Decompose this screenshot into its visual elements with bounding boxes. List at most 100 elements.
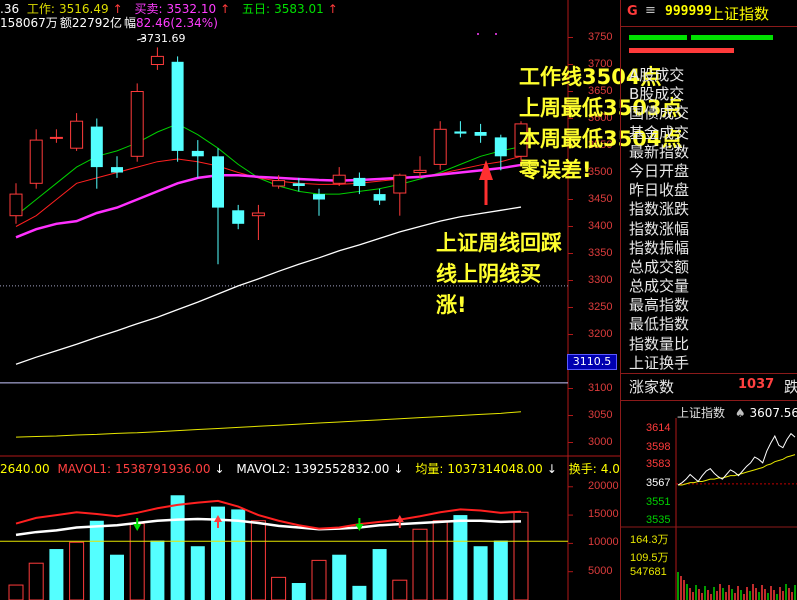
peak-label: 3731.69: [140, 32, 190, 45]
sell-strength-bar-red: [674, 48, 734, 53]
candle-body: [413, 169, 427, 173]
candle-body: [70, 120, 84, 149]
quote-item: 上证换手: [629, 353, 690, 372]
candle-body: [191, 150, 204, 157]
candle-body: [454, 131, 467, 134]
mini-price: 3607.56: [749, 406, 797, 420]
header-amplitude: 82.46(2.34%): [136, 16, 218, 30]
rise-value: 1037: [738, 377, 775, 392]
price-tick-label: 3250: [588, 300, 613, 313]
mini-tick-label: 3614: [646, 422, 671, 434]
quote-item: B股成交: [629, 85, 685, 104]
price-tick-label: 3400: [588, 219, 613, 232]
annotation-buy-signal: 上证周线回踩 线上阴线买 涨!: [436, 231, 562, 317]
rise-divider: [621, 373, 797, 374]
mini-tick-label: 3535: [646, 514, 671, 527]
mavol2-value: 1392552832.00: [294, 462, 390, 476]
candle-body: [29, 139, 43, 184]
price-tick-label: 3750: [588, 30, 613, 43]
header-volume-line: 158067万 额22792亿 幅82.46(2.34%): [0, 16, 218, 30]
quote-item: 总成交额: [629, 257, 690, 276]
candle-body: [49, 136, 63, 139]
price-marker: 3110.5: [567, 354, 617, 370]
candle-body: [232, 210, 245, 224]
mini-bell-icon: ♠: [734, 406, 746, 420]
panel-title: G ≡ 999999 上证指数: [621, 2, 797, 23]
quote-item: 指数量比: [629, 334, 690, 353]
volume-tick-label: 10000: [588, 536, 619, 549]
marker-dot: [477, 33, 479, 35]
candle-body: [272, 180, 286, 187]
mini-volume-tick-label: 109.5万: [630, 552, 669, 564]
candle-body: [332, 174, 346, 184]
quote-item: 国债成交: [629, 104, 690, 123]
mini-volume-tick-label: 547681: [630, 566, 667, 578]
candle-body: [90, 126, 103, 168]
header-volume: 158067万: [0, 16, 58, 30]
mini-chart-title: 上证指数 ♠ 3607.56: [677, 404, 797, 421]
mini-volume-tick-label: 164.3万: [630, 534, 669, 546]
candle-body: [251, 212, 265, 217]
mini-tick-label: 3598: [646, 440, 671, 453]
candle-body: [171, 61, 184, 151]
ma-line-yellow: [15, 411, 522, 438]
rise-count-row: 涨家数 1037 跌: [629, 376, 797, 396]
volume-tick-label: 5000: [588, 564, 613, 577]
avg-volume-value: 1037314048.00: [447, 462, 543, 476]
five-day-value: 3583.01: [274, 2, 324, 16]
candle-body: [9, 193, 23, 217]
quote-list: A股成交 B股成交 国债成交 基金成交 最新指数 今日开盘 昨日收盘 指数涨跌 …: [629, 66, 797, 373]
quote-item: A股成交: [629, 66, 685, 84]
volume-tick-label: 20000: [588, 479, 619, 492]
quote-panel: G ≡ 999999 上证指数 A股成交 B股成交 国债成交 基金成交 最新指数…: [620, 0, 797, 600]
candle-body: [212, 156, 224, 208]
candle-body: [474, 132, 487, 136]
volume-tick-label: 15000: [588, 508, 619, 521]
arrow-down-icon: ↓: [214, 462, 225, 476]
mini-tick-label: 3583: [646, 458, 671, 471]
mini-tick-label: 3567: [646, 476, 671, 489]
quote-item: 最高指数: [629, 296, 690, 315]
price-tick-label: 3000: [588, 435, 613, 448]
peak-value: 3731.69: [140, 32, 186, 45]
price-tick-label: 3200: [588, 327, 613, 340]
quote-item: 指数涨跌: [629, 200, 690, 219]
price-tick-label: 3100: [588, 381, 613, 394]
stock-name: 上证指数: [709, 5, 770, 23]
candle-body: [313, 194, 325, 200]
candle-body: [111, 167, 123, 173]
mavol1-value: 1538791936.00: [115, 462, 211, 476]
ma-line-magenta: [15, 163, 522, 239]
rise-label: 涨家数: [629, 378, 675, 396]
quote-item: 最低指数: [629, 315, 690, 334]
candle-body: [150, 55, 164, 66]
candle-body: [292, 183, 305, 186]
candle-body: [130, 91, 144, 157]
price-tick-label: 3450: [588, 192, 613, 205]
marker-dot: [495, 33, 497, 35]
turnover-value: 4.0: [600, 462, 620, 476]
quote-item: 总成交量: [629, 277, 690, 296]
arrow-down-icon: ↓: [546, 462, 557, 476]
quote-item: 基金成交: [629, 123, 690, 142]
price-tick-label: 3300: [588, 273, 613, 286]
sell-strength-bar: [691, 35, 773, 40]
mini-tick-label: 3551: [646, 495, 671, 508]
candle-body: [373, 194, 386, 201]
quote-item: 昨日收盘: [629, 181, 690, 200]
mini-divider: [621, 400, 797, 401]
vol-frag: 2640.00: [0, 462, 50, 476]
g-icon[interactable]: G: [627, 4, 638, 19]
arrow-down-icon: ↓: [393, 462, 404, 476]
arrow-up-icon: ↑: [327, 2, 338, 16]
price-tick-label: 3350: [588, 246, 613, 259]
quote-item: 指数涨幅: [629, 219, 690, 238]
buy-strength-bar: [629, 35, 687, 40]
quote-item: 指数振幅: [629, 238, 690, 257]
menu-icon[interactable]: ≡: [645, 3, 656, 18]
candle-body: [494, 137, 507, 157]
candle-body: [353, 177, 366, 186]
volume-header: 2640.00 MAVOL1: 1538791936.00 ↓ MAVOL2: 139…: [0, 462, 620, 476]
stock-code: 999999: [665, 4, 712, 19]
quote-item: 最新指数: [629, 142, 690, 161]
